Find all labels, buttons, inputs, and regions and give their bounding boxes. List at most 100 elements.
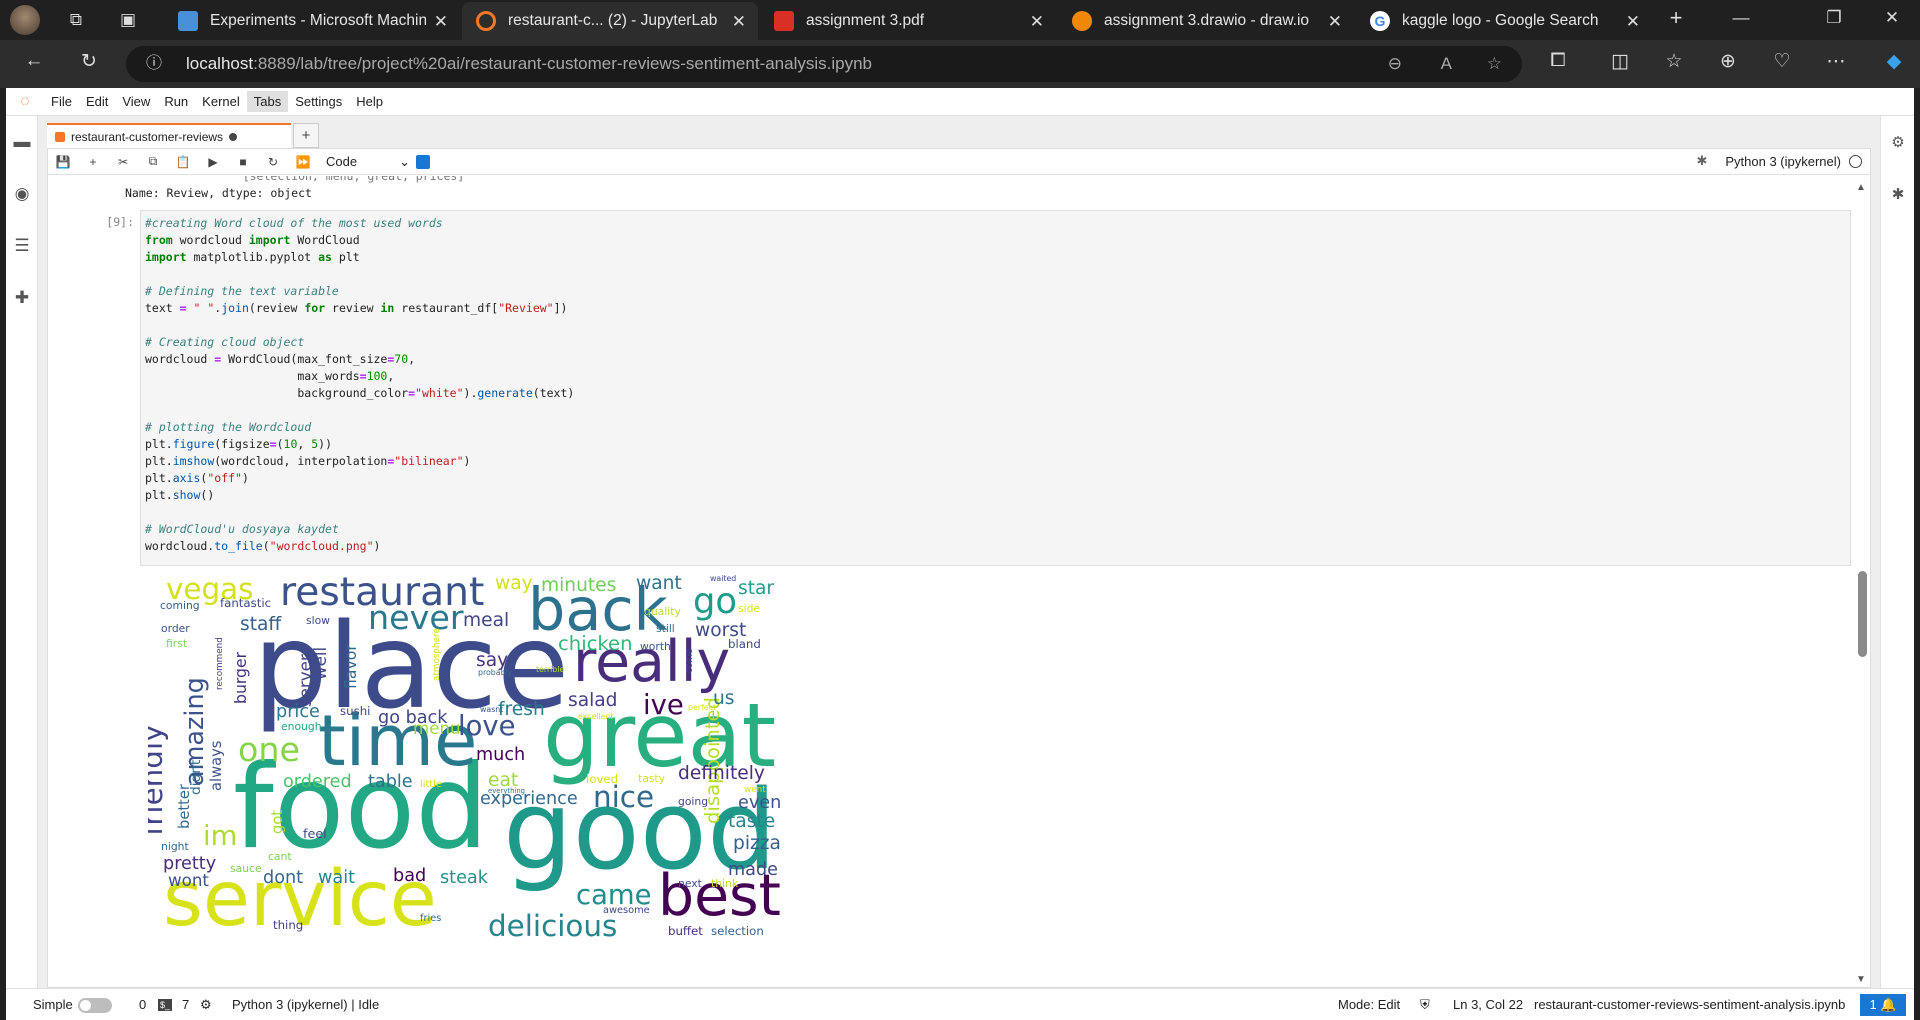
copilot-icon[interactable]: ◆ [1880, 50, 1908, 73]
property-inspector-icon[interactable] [416, 154, 430, 169]
profile-avatar[interactable] [10, 5, 40, 35]
extensions-icon[interactable]: ⧠ [1544, 50, 1572, 72]
menu-edit[interactable]: Edit [79, 91, 115, 112]
simple-mode-toggle[interactable] [78, 998, 112, 1013]
notebook-tab[interactable]: restaurant-customer-reviews [47, 123, 291, 148]
browser-tab-experiments[interactable]: Experiments - Microsoft Machine Learning… [164, 2, 460, 40]
run-all-icon[interactable]: ⏩ [288, 155, 318, 169]
close-icon[interactable]: ✕ [434, 12, 448, 32]
wordcloud-word: everything [488, 786, 526, 795]
wordcloud-word: wont [168, 871, 209, 891]
folder-icon[interactable]: ▬ [6, 116, 38, 168]
menu-view[interactable]: View [115, 91, 157, 112]
wordcloud-word: us [713, 687, 735, 709]
running-kernels-icon[interactable]: ◉ [6, 168, 38, 220]
wordcloud-word: didnt [188, 759, 204, 795]
cell-type-value: Code [326, 153, 358, 169]
more-menu-icon[interactable]: ⋯ [1822, 50, 1850, 73]
cursor-position[interactable]: Ln 3, Col 22 [1453, 997, 1523, 1012]
debugger-bug-icon[interactable]: ✱ [1881, 168, 1915, 220]
back-icon[interactable]: ← [20, 50, 48, 72]
copy-icon[interactable]: ⧉ [138, 154, 168, 169]
paste-icon[interactable]: 📋 [168, 155, 198, 169]
close-icon[interactable]: ✕ [1030, 12, 1044, 32]
read-aloud-icon[interactable]: A [1441, 46, 1452, 82]
wordcloud-word: burger [231, 651, 250, 704]
save-icon[interactable]: 💾 [48, 155, 78, 169]
insert-cell-icon[interactable]: + [78, 155, 108, 169]
notebook-icon [55, 131, 65, 142]
wordcloud-word: quality [644, 604, 681, 618]
performance-icon[interactable]: ♡ [1768, 50, 1796, 73]
notifications-button[interactable]: 1 🔔 [1860, 994, 1906, 1016]
url-host: localhost [186, 54, 254, 73]
menu-run[interactable]: Run [157, 91, 195, 112]
unsaved-dot-icon[interactable] [229, 132, 238, 141]
wordcloud-word: selection [711, 924, 764, 938]
interrupt-icon[interactable]: ■ [228, 155, 258, 169]
previous-output: [selection, menu, great, prices] Name: Re… [125, 176, 464, 202]
favorite-star-icon[interactable]: ☆ [1487, 46, 1502, 82]
minimize-icon[interactable]: — [1729, 8, 1753, 28]
wordcloud-word: ive [643, 690, 684, 721]
wordcloud-word: got [269, 809, 286, 834]
kernel-state[interactable]: Python 3 (ipykernel) | Idle [232, 997, 379, 1012]
restart-icon[interactable]: ↻ [258, 155, 288, 169]
tab-title: assignment 3.pdf [806, 12, 925, 29]
trusted-shield-icon[interactable]: ⛨ [1420, 997, 1430, 1013]
menu-help[interactable]: Help [349, 91, 390, 112]
drawio-icon [1072, 11, 1092, 31]
kernel-name[interactable]: Python 3 (ipykernel) [1725, 154, 1841, 169]
table-of-contents-icon[interactable]: ☰ [6, 220, 38, 272]
google-icon: G [1370, 11, 1390, 31]
wordcloud-word: wait [318, 867, 356, 888]
terminal-count[interactable]: 0 [139, 997, 146, 1012]
close-icon[interactable]: ✕ [732, 12, 746, 32]
run-icon[interactable]: ▶ [198, 155, 228, 169]
workspaces-icon[interactable]: ⧉ [64, 8, 88, 32]
browser-tab-drawio[interactable]: assignment 3.drawio - draw.io ✕ [1058, 2, 1354, 40]
close-window-icon[interactable]: ✕ [1880, 8, 1904, 28]
scrollbar-thumb[interactable] [1858, 571, 1867, 657]
wordcloud-word: way [495, 573, 533, 594]
browser-tab-google[interactable]: G kaggle logo - Google Search ✕ [1356, 2, 1652, 40]
menu-file[interactable]: File [44, 91, 79, 112]
menu-tabs[interactable]: Tabs [246, 91, 289, 112]
notebook-content[interactable]: [selection, menu, great, prices] Name: Re… [48, 176, 1870, 987]
url-field[interactable]: ⓘ localhost:8889/lab/tree/project%20ai/r… [126, 46, 1522, 82]
notebook-tab-title: restaurant-customer-reviews [71, 129, 224, 144]
site-info-icon[interactable]: ⓘ [146, 46, 162, 82]
restore-icon[interactable]: ❐ [1822, 8, 1846, 28]
collections-icon[interactable]: ⊕ [1714, 50, 1742, 73]
wordcloud-word: recommend [215, 636, 225, 690]
menu-kernel[interactable]: Kernel [195, 91, 247, 112]
wordcloud-word: order [161, 622, 190, 636]
refresh-icon[interactable]: ↻ [75, 50, 103, 73]
kernel-count[interactable]: 7 [182, 997, 189, 1012]
close-icon[interactable]: ✕ [1626, 12, 1640, 32]
cell-type-select[interactable]: Code ⌄ [326, 154, 410, 170]
vertical-scrollbar[interactable]: ▲ ▼ [1856, 176, 1868, 987]
scroll-down-icon[interactable]: ▼ [1856, 974, 1866, 985]
wordcloud-word: feel [303, 826, 327, 842]
cut-icon[interactable]: ✂ [108, 155, 138, 169]
wordcloud-word: slow [306, 613, 330, 627]
menu-settings[interactable]: Settings [288, 91, 349, 112]
favorites-icon[interactable]: ☆ [1660, 50, 1688, 73]
scroll-up-icon[interactable]: ▲ [1856, 182, 1866, 193]
new-tab-button[interactable]: + [1664, 5, 1688, 31]
tab-actions-icon[interactable]: ▣ [116, 8, 140, 32]
new-launcher-button[interactable]: + [293, 123, 319, 148]
wordcloud-word: taste [728, 810, 776, 832]
browser-tab-pdf[interactable]: assignment 3.pdf ✕ [760, 2, 1056, 40]
extensions-puzzle-icon[interactable]: ✚ [6, 272, 38, 324]
debugger-icon[interactable]: ✱ [1696, 153, 1707, 169]
browser-tab-jupyterlab[interactable]: restaurant-c... (2) - JupyterLab ✕ [462, 2, 758, 40]
property-inspector-gear-icon[interactable]: ⚙ [1881, 116, 1915, 168]
code-cell-editor[interactable]: #creating Word cloud of the most used wo… [140, 210, 1851, 566]
wordcloud-word: come [685, 648, 695, 674]
close-icon[interactable]: ✕ [1328, 12, 1342, 32]
zoom-icon[interactable]: ⊖ [1388, 46, 1402, 82]
split-screen-icon[interactable]: ◫ [1606, 50, 1634, 73]
main-menu-bar: ◌ File Edit View Run Kernel Tabs Setting… [6, 88, 1914, 116]
